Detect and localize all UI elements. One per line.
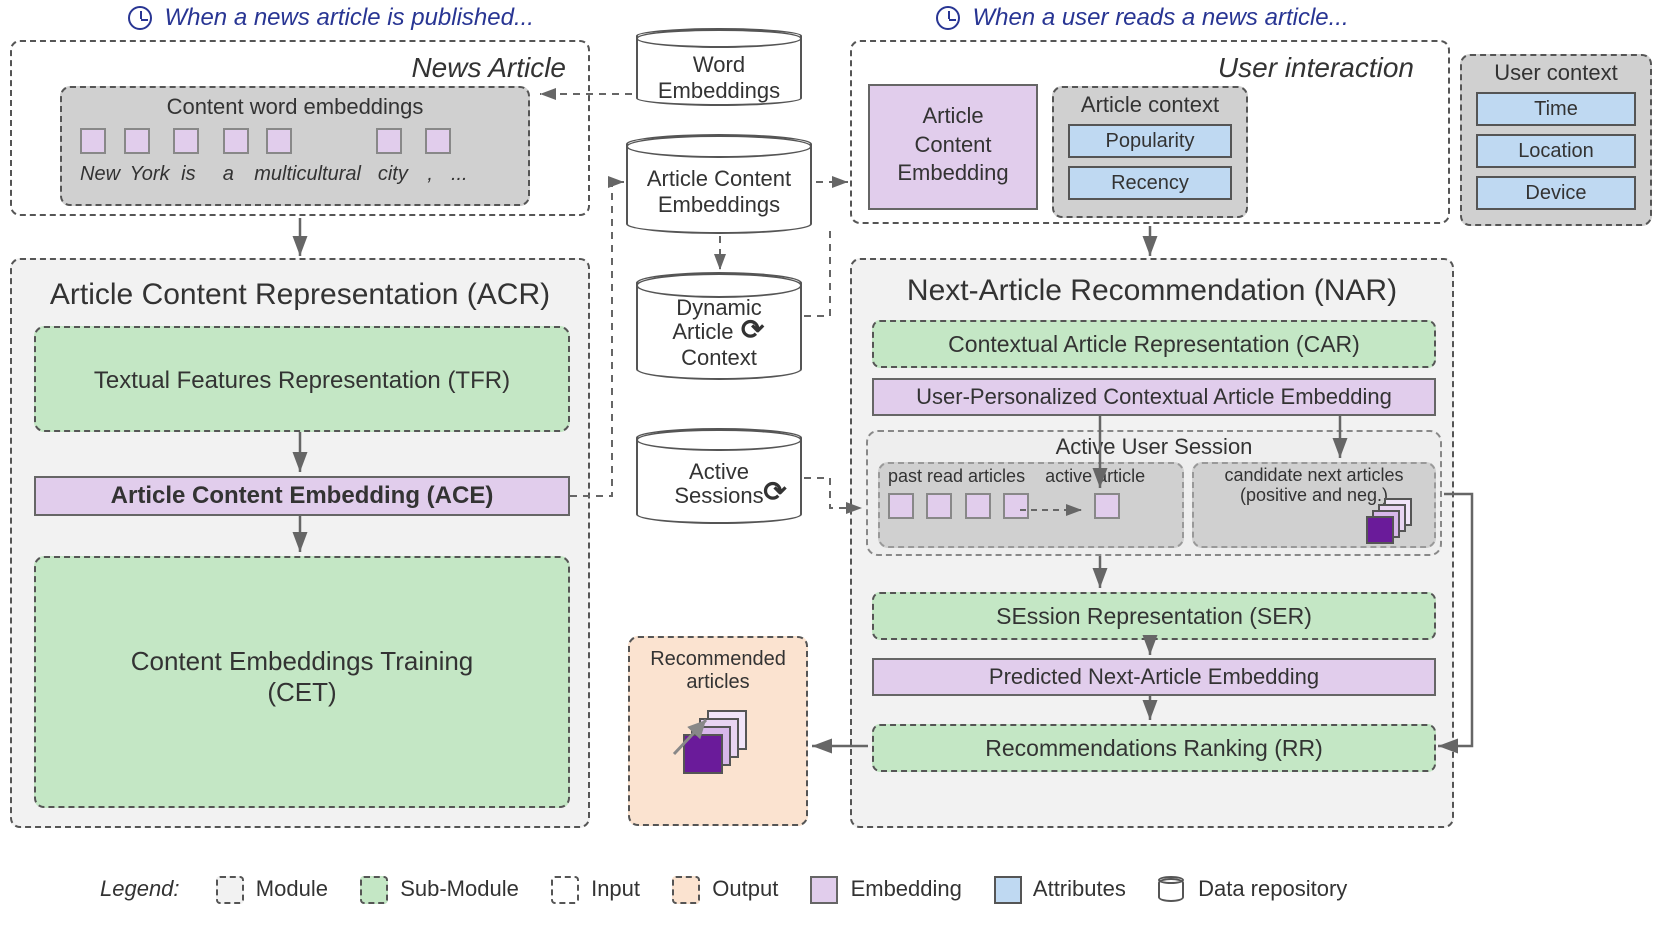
cet-line2: (CET) (36, 677, 568, 708)
content-word-embeddings-box: Content word embeddings New York is a mu… (60, 86, 530, 206)
legend-input-swatch (551, 876, 579, 904)
ser-submodule: SEssion Representation (SER) (872, 592, 1436, 640)
user-interaction-title: User interaction (1218, 52, 1414, 84)
nar-title: Next-Article Recommendation (NAR) (852, 274, 1452, 308)
car-submodule: Contextual Article Representation (CAR) (872, 320, 1436, 368)
time-attribute: Time (1476, 92, 1636, 126)
trigger-read: When a user reads a news article... (936, 4, 1349, 32)
legend-attributes-swatch (994, 876, 1022, 904)
clock-icon (936, 6, 960, 30)
legend-module-swatch (216, 876, 244, 904)
legend-title: Legend: (100, 876, 180, 901)
arrow-icon (668, 710, 718, 760)
refresh-icon: ⟳ (740, 320, 766, 346)
legend: Legend: Module Sub-Module Input Output E… (100, 876, 1347, 904)
trigger-publish: When a news article is published... (128, 4, 534, 32)
word-embeddings-repo: Word Embeddings (636, 28, 802, 106)
refresh-icon: ⟳ (762, 482, 788, 508)
user-context-box: User context Time Location Device (1460, 54, 1652, 226)
candidate-stack (1366, 504, 1416, 546)
news-article-title: News Article (411, 52, 566, 84)
user-interaction-input: User interaction Article Content Embeddi… (850, 40, 1450, 224)
pnae-embedding: Predicted Next-Article Embedding (872, 658, 1436, 696)
legend-repo-swatch (1158, 876, 1186, 904)
trigger-read-text: When a user reads a news article... (972, 4, 1348, 31)
device-attribute: Device (1476, 176, 1636, 210)
ace-purple-box: Article Content Embedding (868, 84, 1038, 210)
upcae-embedding: User-Personalized Contextual Article Emb… (872, 378, 1436, 416)
cet-line1: Content Embeddings Training (36, 646, 568, 677)
legend-output-swatch (672, 876, 700, 904)
session-tokens (888, 493, 1182, 524)
news-article-input: News Article Content word embeddings New… (10, 40, 590, 216)
active-user-session: Active User Session past read articles a… (866, 430, 1442, 556)
clock-icon (128, 6, 152, 30)
article-context-box: Article context Popularity Recency (1052, 86, 1248, 218)
token-words: New York is a multicultural city , ... (80, 163, 528, 186)
nar-module: Next-Article Recommendation (NAR) Contex… (850, 258, 1454, 828)
active-sessions-repo: Active ⟳ Sessions (636, 428, 802, 524)
rr-submodule: Recommendations Ranking (RR) (872, 724, 1436, 772)
location-attribute: Location (1476, 134, 1636, 168)
legend-embedding-swatch (810, 876, 838, 904)
dynamic-article-context-repo: Dynamic Article ⟳ Context (636, 272, 802, 380)
cet-submodule: Content Embeddings Training (CET) (34, 556, 570, 808)
acr-title: Article Content Representation (ACR) (12, 278, 588, 312)
legend-submodule-swatch (360, 876, 388, 904)
acr-module: Article Content Representation (ACR) Tex… (10, 258, 590, 828)
trigger-publish-text: When a news article is published... (164, 4, 534, 31)
tfr-submodule: Textual Features Representation (TFR) (34, 326, 570, 432)
token-row (80, 128, 528, 159)
ace-repo: Article Content Embeddings (626, 134, 812, 234)
recency-attribute: Recency (1068, 166, 1232, 200)
recommended-articles-output: Recommended articles (628, 636, 808, 826)
ace-embedding: Article Content Embedding (ACE) (34, 476, 570, 516)
popularity-attribute: Popularity (1068, 124, 1232, 158)
session-articles-box: past read articles active article (878, 462, 1184, 548)
candidate-articles-box: candidate next articles (positive and ne… (1192, 462, 1436, 548)
cwe-title: Content word embeddings (62, 94, 528, 120)
